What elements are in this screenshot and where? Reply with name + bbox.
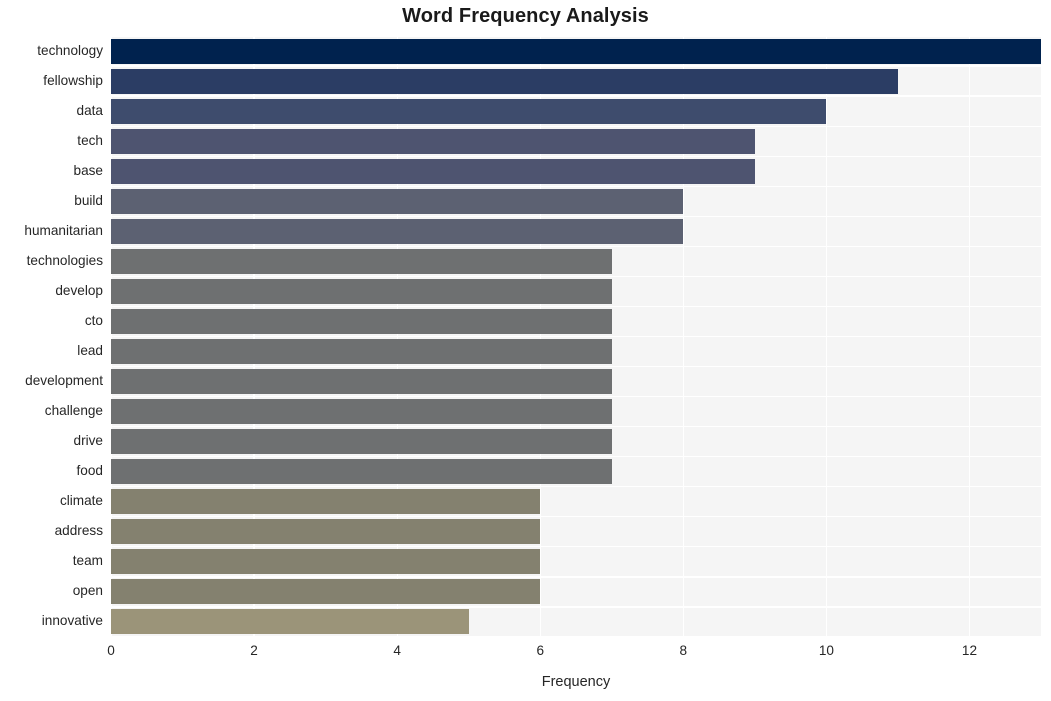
y-axis-tick-label: build <box>74 192 103 208</box>
horizontal-gridline <box>111 65 1041 67</box>
bar <box>111 429 612 455</box>
y-axis-tick-label: develop <box>55 282 103 298</box>
horizontal-gridline <box>111 36 1041 37</box>
y-axis-tick-label: challenge <box>44 403 103 419</box>
x-axis-tick-label: 6 <box>536 643 544 658</box>
horizontal-gridline <box>111 125 1041 127</box>
horizontal-gridline <box>111 305 1041 308</box>
chart-title: Word Frequency Analysis <box>402 5 649 27</box>
bar <box>111 399 612 425</box>
x-axis-tick-label: 0 <box>107 643 115 658</box>
horizontal-gridline <box>111 426 1041 428</box>
y-axis-tick-label: technology <box>37 42 103 58</box>
bar <box>111 459 612 485</box>
horizontal-gridline <box>111 636 1041 637</box>
y-axis-tick-labels: technology fellowship data tech base build hum… <box>0 36 103 637</box>
horizontal-gridline <box>111 516 1041 518</box>
horizontal-gridline <box>111 185 1041 187</box>
bar <box>111 339 612 365</box>
bar <box>111 248 612 274</box>
y-axis-tick-label: drive <box>73 433 103 449</box>
horizontal-gridline <box>111 395 1041 398</box>
x-axis-label: Frequency <box>541 674 611 690</box>
horizontal-gridline <box>111 456 1041 458</box>
horizontal-gridline <box>111 606 1041 608</box>
y-axis-tick-label: data <box>76 102 103 118</box>
y-axis-tick-label: food <box>76 463 103 479</box>
y-axis-tick-label: lead <box>77 343 103 359</box>
bar <box>111 68 898 94</box>
horizontal-gridline <box>111 335 1041 338</box>
y-axis-tick-label: fellowship <box>43 72 103 88</box>
horizontal-gridline <box>111 95 1041 97</box>
bar <box>111 489 541 515</box>
bar <box>111 278 612 304</box>
y-axis-tick-label: cto <box>84 312 103 328</box>
bar <box>111 158 755 184</box>
x-axis-tick-label: 2 <box>250 643 258 658</box>
bar <box>111 218 684 244</box>
horizontal-gridline <box>111 155 1041 157</box>
horizontal-gridline <box>111 365 1041 368</box>
plot-area <box>111 36 1041 637</box>
y-axis-tick-label: climate <box>59 493 103 509</box>
y-axis-tick-label: development <box>25 373 103 389</box>
y-axis-tick-label: tech <box>77 132 103 148</box>
horizontal-gridline <box>111 486 1041 488</box>
y-axis-tick-label: address <box>54 523 103 539</box>
y-axis-tick-label: innovative <box>41 613 103 629</box>
horizontal-gridline <box>111 245 1041 247</box>
x-axis-tick-label: 4 <box>393 643 401 658</box>
y-axis-tick-label: base <box>73 162 103 178</box>
horizontal-gridline <box>111 215 1041 217</box>
x-axis-tick-label: 10 <box>818 643 834 658</box>
chart-figure: Word Frequency Analysis technology fellow… <box>0 0 1051 701</box>
bar <box>111 579 541 605</box>
x-axis-tick-labels: 0 2 4 6 8 10 12 <box>107 643 1041 665</box>
y-axis-tick-label: team <box>72 553 103 569</box>
bar <box>111 38 1041 64</box>
horizontal-gridline <box>111 576 1041 578</box>
x-axis-tick-label: 12 <box>961 643 978 658</box>
horizontal-gridline <box>111 546 1041 548</box>
bar <box>111 369 612 395</box>
horizontal-gridline <box>111 275 1041 278</box>
bar <box>111 308 612 334</box>
bar <box>111 128 755 154</box>
bar <box>111 549 541 575</box>
bar <box>111 609 469 635</box>
y-axis-tick-label: open <box>72 583 103 599</box>
x-axis-tick-label: 8 <box>679 643 688 658</box>
bar <box>111 98 827 124</box>
bar <box>111 188 684 214</box>
bar <box>111 519 541 545</box>
y-axis-tick-label: technologies <box>26 252 103 268</box>
y-axis-tick-label: humanitarian <box>24 222 103 238</box>
